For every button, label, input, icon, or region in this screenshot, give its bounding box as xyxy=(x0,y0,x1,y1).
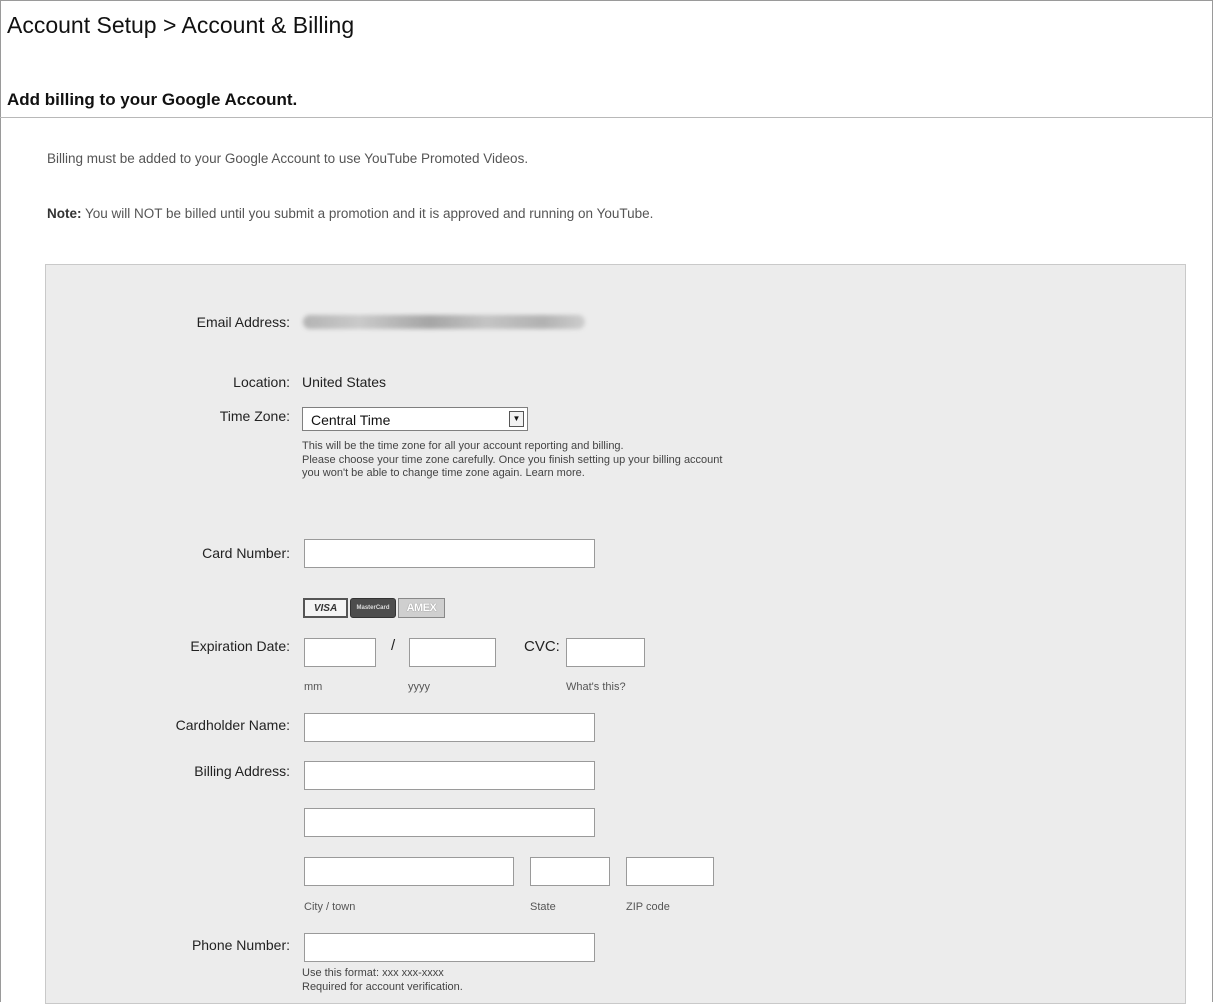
note-text: Note: You will NOT be billed until you s… xyxy=(47,206,653,221)
zip-code-hint: ZIP code xyxy=(626,901,670,913)
time-zone-help: This will be the time zone for all your … xyxy=(302,440,722,481)
expiration-month-hint: mm xyxy=(304,681,323,693)
expiration-separator: / xyxy=(391,637,396,654)
card-number-label: Card Number: xyxy=(202,545,290,561)
expiration-year-input[interactable] xyxy=(409,638,496,667)
expiration-year-hint: yyyy xyxy=(408,681,430,693)
state-input[interactable] xyxy=(530,857,610,886)
card-number-input[interactable] xyxy=(304,539,595,568)
cardholder-name-input[interactable] xyxy=(304,713,595,742)
expiration-date-label: Expiration Date: xyxy=(190,638,290,654)
note-body: You will NOT be billed until you submit … xyxy=(81,206,654,221)
phone-help-line: Required for account verification. xyxy=(302,980,463,993)
chevron-down-icon[interactable]: ▼ xyxy=(509,411,524,427)
section-divider xyxy=(0,117,1213,118)
breadcrumb: Account Setup > Account & Billing xyxy=(7,12,355,38)
phone-help: Use this format: xxx xxx-xxxx Required f… xyxy=(302,967,463,994)
cvc-label: CVC: xyxy=(524,638,560,655)
address-line1-input[interactable] xyxy=(304,761,595,790)
amex-logo: AMEX xyxy=(398,598,445,618)
email-value-redacted xyxy=(303,315,585,329)
visa-logo: VISA xyxy=(303,598,348,618)
intro-text: Billing must be added to your Google Acc… xyxy=(47,151,529,166)
billing-form-panel xyxy=(45,264,1186,1004)
note-label: Note: xyxy=(47,206,82,221)
time-zone-label: Time Zone: xyxy=(219,408,290,424)
time-zone-help-line: This will be the time zone for all your … xyxy=(302,440,624,452)
expiration-month-input[interactable] xyxy=(304,638,376,667)
time-zone-help-line: you won't be able to change time zone ag… xyxy=(302,467,585,479)
mastercard-logo: MasterCard xyxy=(350,598,396,618)
time-zone-help-line: Please choose your time zone carefully. … xyxy=(302,453,723,466)
billing-address-label: Billing Address: xyxy=(194,763,290,779)
city-hint: City / town xyxy=(304,901,356,913)
email-label: Email Address: xyxy=(196,314,290,330)
section-title: Add billing to your Google Account. xyxy=(7,90,298,109)
phone-help-line: Use this format: xxx xxx-xxxx xyxy=(302,967,444,979)
time-zone-select[interactable]: Central Time ▼ xyxy=(302,407,528,431)
location-label: Location: xyxy=(233,374,290,390)
cardholder-name-label: Cardholder Name: xyxy=(175,717,290,733)
address-line2-input[interactable] xyxy=(304,808,595,837)
zip-code-input[interactable] xyxy=(626,857,714,886)
phone-number-label: Phone Number: xyxy=(191,937,290,953)
city-input[interactable] xyxy=(304,857,514,886)
cvc-help-link[interactable]: What's this? xyxy=(566,681,626,693)
cvc-input[interactable] xyxy=(566,638,645,667)
state-hint: State xyxy=(530,901,556,913)
time-zone-selected-value: Central Time xyxy=(311,412,391,428)
location-value: United States xyxy=(302,374,387,390)
phone-number-input[interactable] xyxy=(304,933,595,962)
